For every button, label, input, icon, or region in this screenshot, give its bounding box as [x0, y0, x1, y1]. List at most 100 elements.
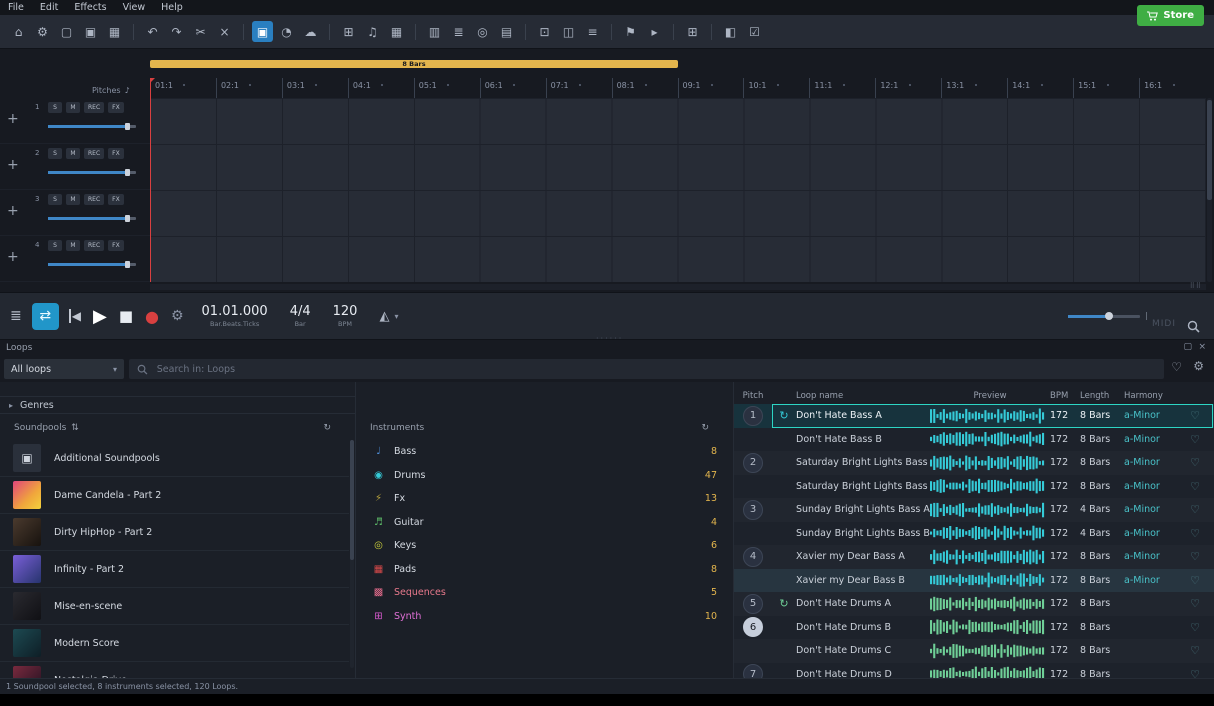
- close-panel-icon[interactable]: ×: [1198, 342, 1206, 352]
- instrument-item[interactable]: ♬ Guitar 4: [356, 511, 733, 535]
- transport-settings-icon[interactable]: ⚙: [171, 308, 184, 324]
- favorite-heart-icon[interactable]: ♡: [1176, 433, 1214, 446]
- soundpool-item[interactable]: Dirty HipHop - Part 2: [0, 514, 349, 551]
- favorite-heart-icon[interactable]: ♡: [1176, 644, 1214, 657]
- track-volume-slider[interactable]: [48, 171, 136, 174]
- favorite-heart-icon[interactable]: ♡: [1176, 550, 1214, 563]
- toolbar-icon[interactable]: ⊞: [338, 21, 359, 42]
- toolbar-icon[interactable]: [673, 24, 674, 40]
- loop-row[interactable]: Don't Hate Bass B 172 8 Bars a-Minor ♡: [734, 428, 1214, 452]
- mute-button[interactable]: M: [66, 240, 80, 251]
- solo-button[interactable]: S: [48, 148, 62, 159]
- loop-row[interactable]: 4 Xavier my Dear Bass A 172 8 Bars a-Min…: [734, 545, 1214, 569]
- toolbar-icon[interactable]: ×: [214, 21, 235, 42]
- favorite-heart-icon[interactable]: ♡: [1176, 668, 1214, 678]
- column-header-bpm[interactable]: BPM: [1050, 391, 1080, 401]
- metronome-button[interactable]: ◭ ▾: [379, 309, 398, 324]
- timeline-ruler[interactable]: 01:102:103:104:105:106:107:108:109:110:1…: [150, 78, 1206, 98]
- toolbar-icon[interactable]: ▣: [80, 21, 101, 42]
- store-button[interactable]: Store: [1137, 5, 1204, 26]
- instrument-item[interactable]: ▩ Sequences 5: [356, 581, 733, 605]
- tempo-display[interactable]: 120 BPM: [333, 304, 358, 328]
- add-track-button[interactable]: +: [7, 249, 19, 265]
- add-track-button[interactable]: +: [7, 203, 19, 219]
- record-arm-button[interactable]: REC: [84, 148, 104, 159]
- menu-item[interactable]: Help: [161, 2, 183, 13]
- favorite-heart-icon[interactable]: ♡: [1176, 409, 1214, 422]
- playhead-marker[interactable]: [150, 78, 155, 83]
- record-button[interactable]: ●: [145, 307, 159, 326]
- loop-row[interactable]: 2 Saturday Bright Lights Bass A 172 8 Ba…: [734, 451, 1214, 475]
- toolbar-icon[interactable]: ◫: [558, 21, 579, 42]
- soundpool-item[interactable]: Dame Candela - Part 2: [0, 477, 349, 514]
- toolbar-icon[interactable]: ▥: [424, 21, 445, 42]
- soundpool-item[interactable]: Infinity - Part 2: [0, 551, 349, 588]
- pitch-badge[interactable]: 7: [743, 664, 763, 678]
- toolbar-icon[interactable]: [133, 24, 134, 40]
- track-volume-slider[interactable]: [48, 217, 136, 220]
- track-list-icon[interactable]: ≣: [10, 308, 22, 324]
- toolbar-icon[interactable]: ▦: [386, 21, 407, 42]
- toolbar-icon[interactable]: ≡: [582, 21, 603, 42]
- loop-range-bar[interactable]: 8 Bars: [150, 60, 678, 68]
- position-display[interactable]: 01.01.000 Bar.Beats.Ticks: [202, 304, 268, 328]
- toolbar-icon[interactable]: ⚑: [620, 21, 641, 42]
- slider-knob[interactable]: [125, 169, 130, 176]
- toolbar-icon[interactable]: ⊞: [682, 21, 703, 42]
- instrument-item[interactable]: ◉ Drums 47: [356, 464, 733, 488]
- record-arm-button[interactable]: REC: [84, 194, 104, 205]
- pitch-badge[interactable]: 4: [743, 547, 763, 567]
- favorite-heart-icon[interactable]: ♡: [1176, 456, 1214, 469]
- toolbar-icon[interactable]: [329, 24, 330, 40]
- pitch-badge[interactable]: 1: [743, 406, 763, 426]
- track-volume-slider[interactable]: [48, 263, 136, 266]
- play-button[interactable]: ▶: [93, 306, 107, 327]
- track-volume-slider[interactable]: [48, 125, 136, 128]
- sort-icon[interactable]: ⇅: [71, 423, 79, 433]
- loop-row[interactable]: Saturday Bright Lights Bass B 172 8 Bars…: [734, 475, 1214, 499]
- toolbar-icon[interactable]: ▦: [104, 21, 125, 42]
- menu-item[interactable]: File: [8, 2, 24, 13]
- toolbar-icon[interactable]: [243, 24, 244, 40]
- toolbar-icon[interactable]: ☁: [300, 21, 321, 42]
- fx-button[interactable]: FX: [108, 102, 124, 113]
- column-header-length[interactable]: Length: [1080, 391, 1124, 401]
- loop-row[interactable]: 1 ↻ Don't Hate Bass A 172 8 Bars a-Minor…: [734, 404, 1214, 428]
- mute-button[interactable]: M: [66, 102, 80, 113]
- mute-button[interactable]: M: [66, 194, 80, 205]
- soundpool-item[interactable]: Nostalgia Drive: [0, 662, 349, 678]
- menu-item[interactable]: Edit: [40, 2, 58, 13]
- arrangement-grid[interactable]: [150, 98, 1206, 282]
- slider-knob[interactable]: [125, 215, 130, 222]
- search-box[interactable]: [129, 359, 1164, 379]
- toolbar-icon[interactable]: ◧: [720, 21, 741, 42]
- stop-button[interactable]: ■: [119, 307, 133, 325]
- zoom-search-icon[interactable]: [1187, 316, 1200, 335]
- toolbar-icon[interactable]: [525, 24, 526, 40]
- skip-to-start-button[interactable]: ◀: [69, 309, 81, 323]
- toolbar-icon[interactable]: ▣: [252, 21, 273, 42]
- solo-button[interactable]: S: [48, 240, 62, 251]
- solo-button[interactable]: S: [48, 194, 62, 205]
- menu-item[interactable]: View: [123, 2, 146, 13]
- toolbar-icon[interactable]: ⊡: [534, 21, 555, 42]
- fx-button[interactable]: FX: [108, 148, 124, 159]
- toolbar-icon[interactable]: [611, 24, 612, 40]
- mute-button[interactable]: M: [66, 148, 80, 159]
- column-header-harmony[interactable]: Harmony: [1124, 391, 1176, 401]
- genres-section-toggle[interactable]: ▸ Genres: [0, 396, 355, 414]
- loop-row[interactable]: Sunday Bright Lights Bass B 172 4 Bars a…: [734, 522, 1214, 546]
- toolbar-icon[interactable]: ◔: [276, 21, 297, 42]
- pitch-badge[interactable]: 2: [743, 453, 763, 473]
- toolbar-icon[interactable]: ◎: [472, 21, 493, 42]
- add-track-button[interactable]: +: [7, 157, 19, 173]
- volume-knob[interactable]: [1105, 312, 1113, 320]
- loop-row[interactable]: 5 ↻ Don't Hate Drums A 172 8 Bars ♡: [734, 592, 1214, 616]
- column-header-pitch[interactable]: Pitch: [734, 391, 772, 401]
- master-volume-slider[interactable]: |: [1068, 315, 1140, 318]
- soundpool-item[interactable]: ▣ Additional Soundpools: [0, 440, 349, 477]
- scrollbar-grip[interactable]: ⠿⠿: [1190, 282, 1202, 290]
- pitch-badge[interactable]: 6: [743, 617, 763, 637]
- instrument-item[interactable]: ⚡ Fx 13: [356, 487, 733, 511]
- reset-filter-icon[interactable]: ↻: [323, 423, 331, 433]
